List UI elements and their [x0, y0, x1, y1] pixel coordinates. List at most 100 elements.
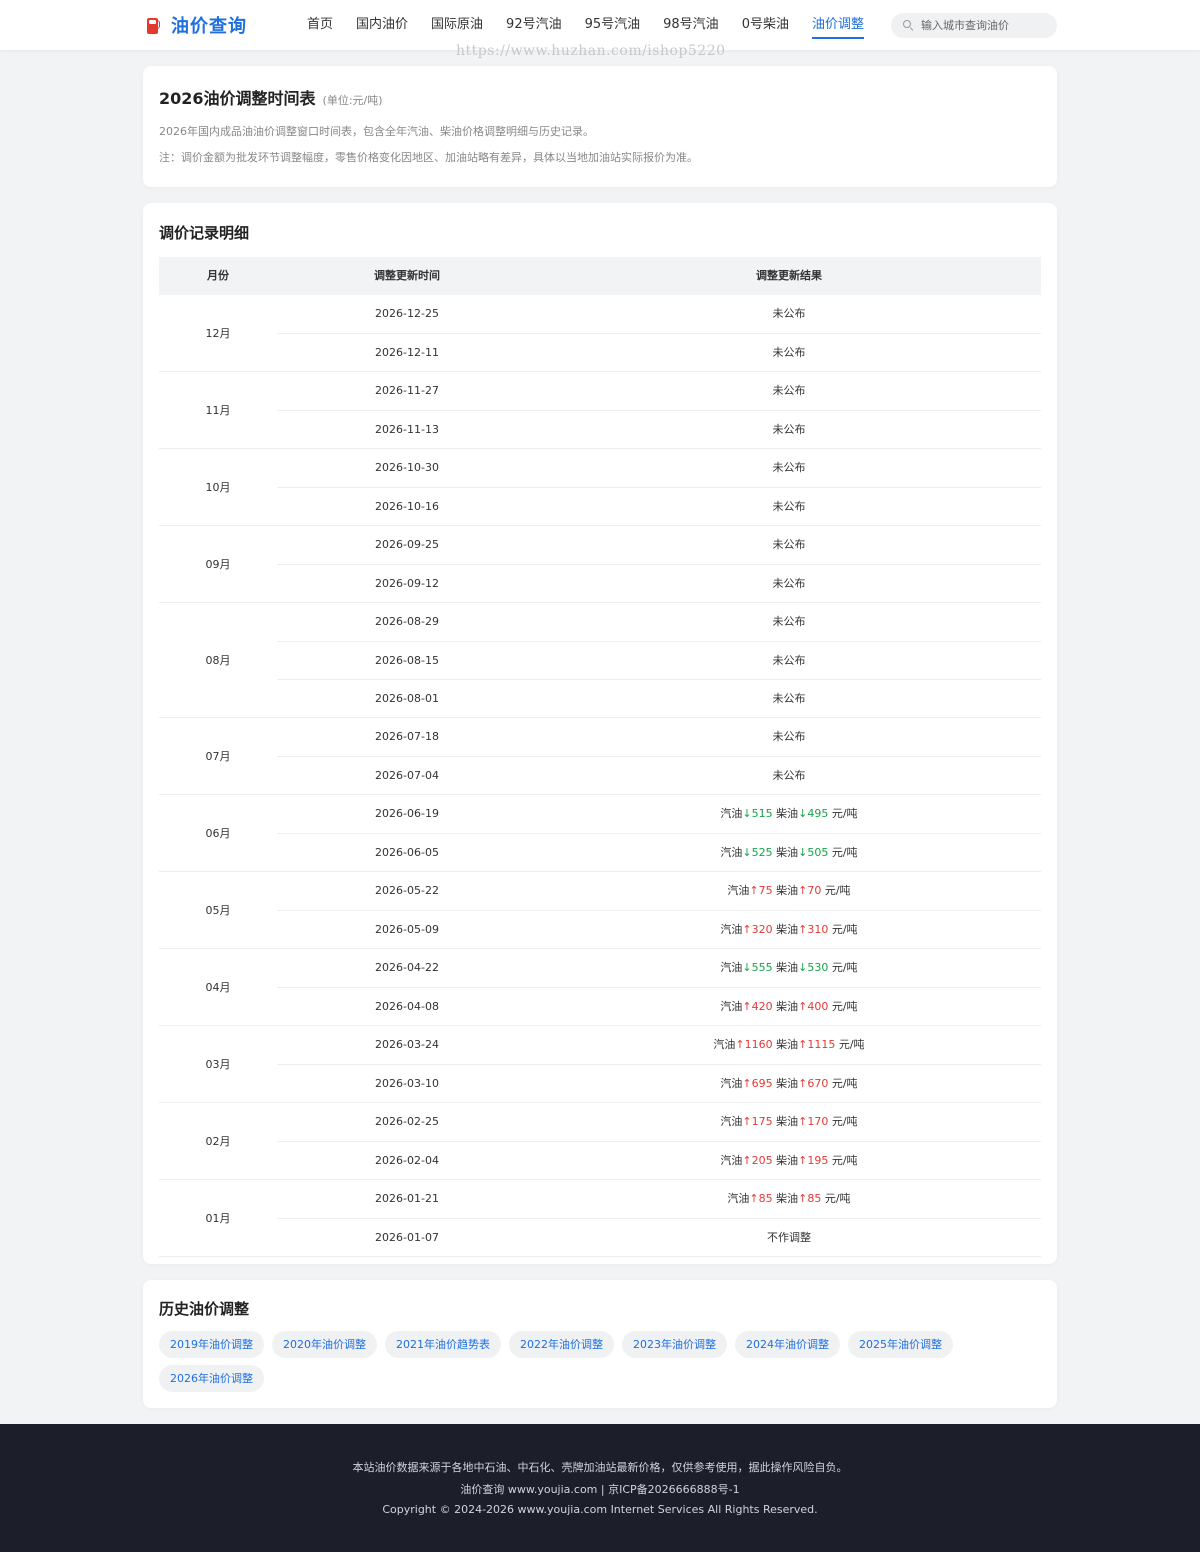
- search-icon: [903, 20, 914, 32]
- adjust-result: 未公布: [772, 769, 806, 782]
- history-year-link[interactable]: 2020年油价调整: [272, 1331, 377, 1358]
- diesel-change: ↑70: [798, 884, 821, 897]
- table-row: 2026-04-08 汽油↑420 柴油↑400 元/吨: [277, 987, 1041, 1025]
- adjust-result: 汽油↓515 柴油↓495 元/吨: [537, 795, 1041, 833]
- diesel-arrow-icon: ↑: [798, 1038, 808, 1051]
- table-row: 2026-03-24 汽油↑1160 柴油↑1115 元/吨: [277, 1026, 1041, 1064]
- column-header-date: 调整更新时间: [374, 269, 440, 282]
- diesel-label: 柴油: [776, 846, 799, 859]
- adjust-date: 2026-06-19: [375, 807, 439, 820]
- history-tag-list: 2019年油价调整 2020年油价调整 2021年油价趋势表 2022年油价调整 202…: [159, 1331, 1049, 1399]
- nav-item-0[interactable]: 首页: [307, 0, 333, 50]
- nav-item-7[interactable]: 油价调整: [811, 0, 864, 50]
- diesel-amount: 195: [807, 1154, 829, 1167]
- adjust-date: 2026-04-22: [375, 961, 439, 974]
- gas-arrow-icon: ↑: [742, 1000, 752, 1013]
- history-year-link[interactable]: 2022年油价调整: [509, 1331, 614, 1358]
- month-cell: 03月: [205, 1058, 231, 1071]
- gas-arrow-icon: ↓: [742, 807, 752, 820]
- diesel-amount: 310: [807, 923, 829, 936]
- watermark-text: https://www.huzhan.com/ishop5220: [456, 43, 726, 59]
- table-row: 2026-06-05 汽油↓525 柴油↓505 元/吨: [277, 833, 1041, 871]
- history-year-link[interactable]: 2025年油价调整: [848, 1331, 953, 1358]
- adjust-result: 未公布: [772, 423, 806, 436]
- diesel-amount: 505: [807, 846, 829, 859]
- diesel-change: ↑85: [798, 1192, 821, 1205]
- adjust-result: 未公布: [772, 538, 806, 551]
- records-title: 调价记录明细: [159, 224, 250, 242]
- table-row: 2026-11-13 未公布: [277, 410, 1041, 448]
- search-input[interactable]: [921, 19, 1051, 32]
- adjust-date: 2026-01-07: [375, 1231, 439, 1244]
- column-header-month: 月份: [207, 269, 229, 282]
- gas-change: ↑75: [749, 884, 772, 897]
- history-year-link[interactable]: 2026年油价调整: [159, 1365, 264, 1392]
- gas-arrow-icon: ↑: [742, 1077, 752, 1090]
- gas-label: 汽油: [720, 807, 743, 820]
- month-group: 01月 2026-01-21 汽油↑85 柴油↑85 元/吨 2026-01-07 不作…: [159, 1180, 1041, 1257]
- gas-amount: 320: [751, 923, 773, 936]
- gas-label: 汽油: [720, 1077, 743, 1090]
- history-year-link[interactable]: 2021年油价趋势表: [385, 1331, 501, 1358]
- month-group: 07月 2026-07-18 未公布 2026-07-04 未公布: [159, 718, 1041, 795]
- table-header: 月份 调整更新时间 调整更新结果: [159, 257, 1041, 295]
- table-row: 2026-07-18 未公布: [277, 718, 1041, 756]
- table-row: 2026-08-01 未公布: [277, 679, 1041, 717]
- nav-item-6[interactable]: 0号柴油: [742, 0, 789, 50]
- footer-copyright: Copyright © 2024-2026 www.youjia.com Int…: [382, 1503, 818, 1516]
- month-cell: 11月: [205, 404, 231, 417]
- diesel-label: 柴油: [776, 1115, 799, 1128]
- gas-arrow-icon: ↑: [749, 884, 759, 897]
- adjust-result: 汽油↑75 柴油↑70 元/吨: [537, 872, 1041, 910]
- diesel-arrow-icon: ↓: [798, 807, 808, 820]
- table-row: 2026-05-22 汽油↑75 柴油↑70 元/吨: [277, 872, 1041, 910]
- diesel-change: ↓495: [798, 807, 828, 820]
- table-row: 2026-12-25 未公布: [277, 295, 1041, 333]
- month-group: 02月 2026-02-25 汽油↑175 柴油↑170 元/吨 2026-02-04…: [159, 1103, 1041, 1180]
- adjust-date: 2026-07-18: [375, 730, 439, 743]
- diesel-arrow-icon: ↓: [798, 846, 808, 859]
- gas-amount: 85: [758, 1192, 773, 1205]
- diesel-label: 柴油: [776, 1154, 799, 1167]
- unit-suffix: 元/吨: [828, 1115, 858, 1128]
- nav-item-1[interactable]: 国内油价: [356, 0, 408, 50]
- table-row: 2026-08-29 未公布: [277, 603, 1041, 641]
- gas-change: ↑695: [742, 1077, 772, 1090]
- diesel-label: 柴油: [776, 884, 799, 897]
- diesel-change: ↑670: [798, 1077, 828, 1090]
- city-search[interactable]: [891, 13, 1057, 38]
- diesel-label: 柴油: [776, 961, 799, 974]
- logo-text: 油价查询: [171, 16, 247, 37]
- table-body: 12月 2026-12-25 未公布 2026-12-11 未公布 11月 2026-11-…: [159, 295, 1041, 1257]
- unit-suffix: 元/吨: [828, 1000, 858, 1013]
- diesel-arrow-icon: ↑: [798, 884, 808, 897]
- gas-change: ↑1160: [735, 1038, 772, 1051]
- month-cell: 09月: [205, 558, 231, 571]
- site-logo[interactable]: 油价查询: [146, 12, 247, 38]
- diesel-amount: 530: [807, 961, 829, 974]
- adjust-date: 2026-08-01: [375, 692, 439, 705]
- adjust-result: 汽油↑1160 柴油↑1115 元/吨: [537, 1026, 1041, 1064]
- history-title: 历史油价调整: [159, 1300, 250, 1318]
- column-header-result: 调整更新结果: [756, 269, 822, 282]
- history-year-link[interactable]: 2019年油价调整: [159, 1331, 264, 1358]
- month-cell: 10月: [205, 481, 231, 494]
- adjust-result: 汽油↑175 柴油↑170 元/吨: [537, 1103, 1041, 1141]
- diesel-change: ↑400: [798, 1000, 828, 1013]
- gas-label: 汽油: [727, 884, 750, 897]
- adjust-result: 汽油↑420 柴油↑400 元/吨: [537, 988, 1041, 1026]
- records-card: 调价记录明细 月份 调整更新时间 调整更新结果 12月 2026-12-25 未公布…: [143, 203, 1057, 1264]
- adjust-date: 2026-10-30: [375, 461, 439, 474]
- records-table: 月份 调整更新时间 调整更新结果 12月 2026-12-25 未公布 2026-12…: [159, 257, 1041, 1257]
- diesel-arrow-icon: ↑: [798, 1154, 808, 1167]
- history-year-link[interactable]: 2024年油价调整: [735, 1331, 840, 1358]
- gas-change: ↑85: [749, 1192, 772, 1205]
- adjust-date: 2026-06-05: [375, 846, 439, 859]
- unit-suffix: 元/吨: [835, 1038, 865, 1051]
- history-year-link[interactable]: 2023年油价调整: [622, 1331, 727, 1358]
- gas-arrow-icon: ↓: [742, 846, 752, 859]
- gas-amount: 1160: [744, 1038, 773, 1051]
- diesel-amount: 1115: [807, 1038, 836, 1051]
- unit-label: (单位:元/吨): [322, 94, 383, 107]
- table-row: 2026-12-11 未公布: [277, 333, 1041, 371]
